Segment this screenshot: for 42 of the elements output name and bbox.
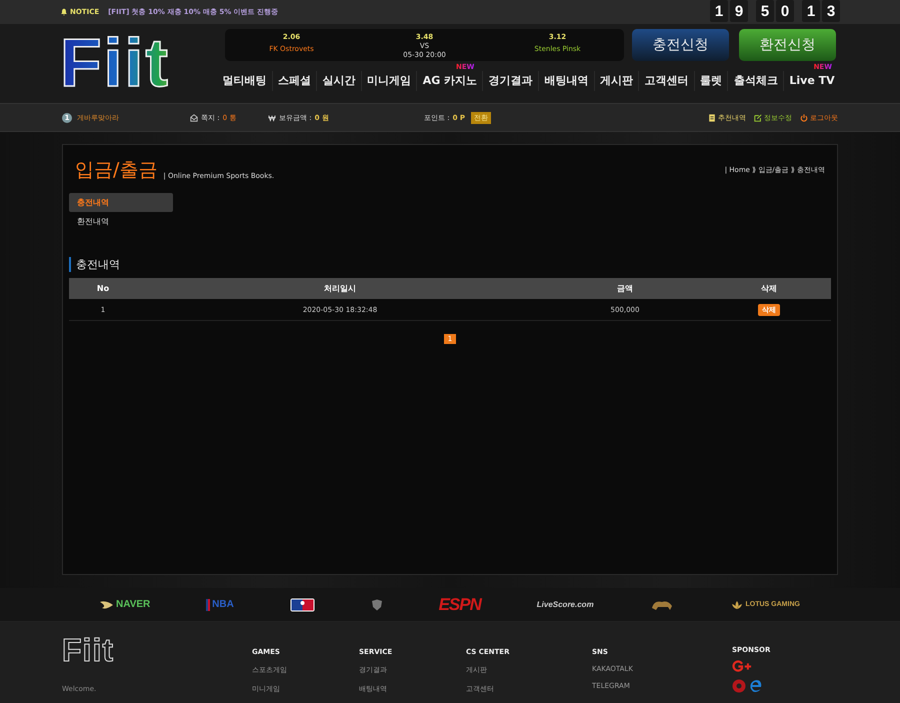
nav-item[interactable]: 게시판 xyxy=(600,71,633,91)
nav-item[interactable]: 스페셜 xyxy=(278,71,311,91)
footer-logo[interactable]: Fiit xyxy=(62,632,252,669)
power-icon xyxy=(800,114,808,122)
sub-tab[interactable]: 충전내역 xyxy=(69,193,173,212)
nav-item[interactable]: 출석체크 xyxy=(734,71,778,91)
counter-digit: 1 xyxy=(802,0,820,22)
browser-icon[interactable] xyxy=(749,679,763,693)
withdraw-button[interactable]: 환전신청 xyxy=(739,29,836,61)
column-header: 금액 xyxy=(616,283,634,294)
nav-item[interactable]: 배팅내역 xyxy=(544,71,588,91)
nav-item[interactable]: 고객센터 xyxy=(644,71,689,91)
nav-item[interactable]: 경기결과 xyxy=(488,71,533,91)
counter-digit: 5 xyxy=(756,0,774,22)
document-icon xyxy=(708,114,716,122)
shield-logo-icon[interactable] xyxy=(370,598,383,610)
column-header: No xyxy=(96,284,110,293)
nav-item[interactable]: 멀티배팅 xyxy=(222,71,266,91)
envelope-icon xyxy=(190,114,198,122)
edit-icon xyxy=(754,114,762,122)
nav-item[interactable]: AG 카지노 xyxy=(422,71,478,91)
sub-tab[interactable]: 환전내역 xyxy=(69,212,173,231)
column-header: 처리일시 xyxy=(323,283,357,294)
g-plus-icon[interactable] xyxy=(732,660,752,673)
nav-item[interactable]: 미니게임 xyxy=(367,71,412,91)
counter-digit: 3 xyxy=(822,0,840,22)
counter-digit: 1 xyxy=(710,0,728,22)
nav-item[interactable]: Live TV xyxy=(789,71,835,91)
column-header: 삭제 xyxy=(760,283,778,294)
bell-icon xyxy=(60,8,68,16)
section-title: 충전내역 xyxy=(69,257,831,272)
baseball-logo-icon[interactable] xyxy=(290,598,315,612)
nav-item[interactable]: 실시간 xyxy=(322,71,356,91)
browser-icon[interactable] xyxy=(732,679,746,693)
won-icon xyxy=(268,114,276,122)
deposit-button[interactable]: 충전신청 xyxy=(632,29,729,61)
page-title: 입금/출금 xyxy=(75,158,158,183)
counter-digit: 9 xyxy=(730,0,748,22)
sponsor-logo[interactable]: NAVER xyxy=(100,599,150,610)
sponsor-logo[interactable]: LiveScore.com xyxy=(536,600,594,609)
nav-item[interactable]: 룰렛 xyxy=(700,71,722,91)
counter-digit: 0 xyxy=(776,0,794,22)
